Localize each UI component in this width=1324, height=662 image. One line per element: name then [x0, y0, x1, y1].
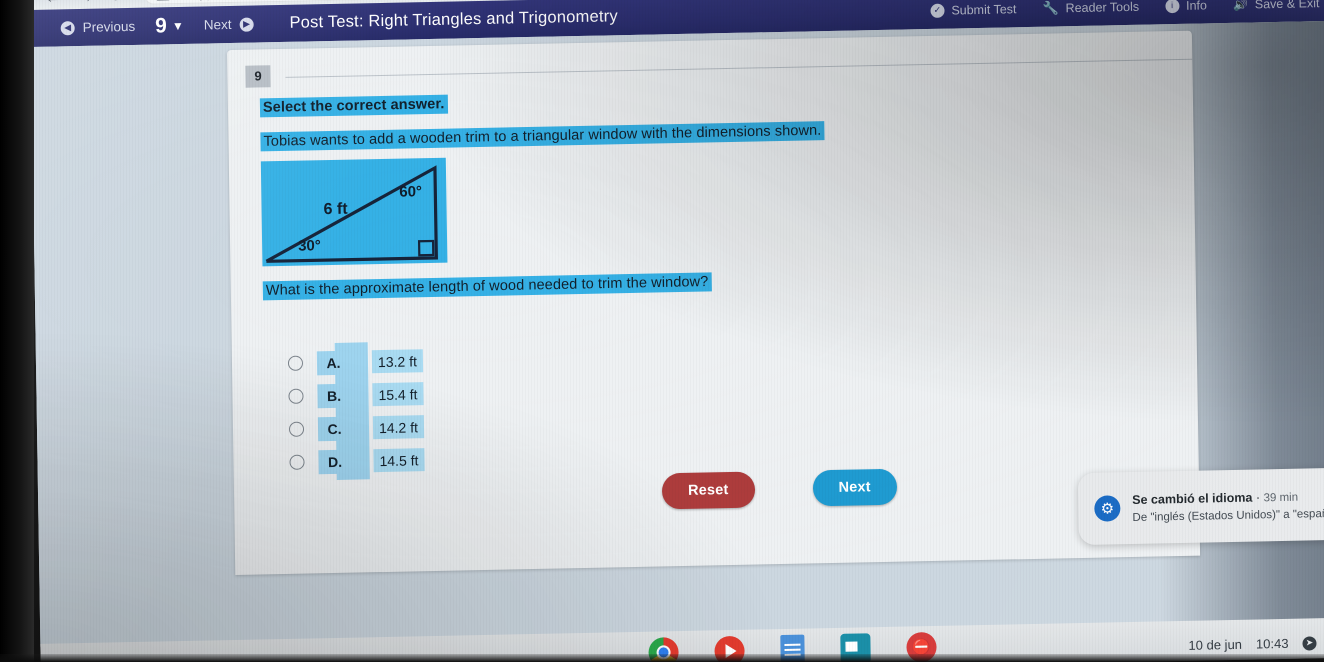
reader-tools-label: Reader Tools	[1065, 0, 1140, 15]
notification-title-row: Se cambió el idioma · 39 min	[1132, 488, 1324, 507]
wrench-icon: 🔧	[1042, 0, 1059, 16]
current-question-number: 9	[155, 13, 168, 37]
previous-question-button[interactable]: ◀ Previous	[47, 19, 150, 36]
question-instruction: Select the correct answer.	[259, 94, 448, 117]
question-stem-line: Tobias wants to add a wooden trim to a t…	[260, 115, 1169, 151]
info-circle-icon: i	[1164, 0, 1180, 13]
option-c-value: 14.2 ft	[372, 415, 425, 440]
system-date: 10 de jun	[1188, 636, 1243, 653]
question-prompt-line: What is the approximate length of wood n…	[262, 264, 1172, 300]
next-button[interactable]: Next	[812, 468, 898, 507]
divider	[285, 58, 1193, 78]
radio-button-c[interactable]	[288, 421, 305, 437]
speaker-icon: 🔊	[1232, 0, 1248, 12]
system-notification[interactable]: ⚙ Se cambió el idioma · 39 min De "inglé…	[1077, 467, 1324, 546]
question-stem: Tobias wants to add a wooden trim to a t…	[260, 120, 825, 151]
question-body: Select the correct answer. Tobias wants …	[259, 81, 1172, 300]
save-and-exit-label: Save & Exit	[1254, 0, 1320, 11]
system-time: 10:43	[1255, 635, 1289, 652]
assessment-tools-group: ✓ Submit Test 🔧 Reader Tools i Info 🔊 Sa…	[919, 0, 1324, 19]
submit-test-label: Submit Test	[951, 1, 1017, 18]
triangle-figure-svg: 6 ft 60° 30°	[265, 165, 438, 263]
next-question-button[interactable]: Next ▶	[190, 16, 268, 33]
navigate-icon[interactable]: ➤	[1302, 635, 1317, 651]
option-a-value: 13.2 ft	[371, 349, 424, 374]
system-tray: 10 de jun 10:43 ➤ i	[1188, 635, 1324, 653]
angle-60-label: 60°	[399, 183, 422, 200]
option-b-value: 15.4 ft	[372, 382, 424, 407]
chevron-down-icon: ▼	[171, 18, 184, 33]
save-and-exit-button[interactable]: 🔊 Save & Exit	[1222, 0, 1324, 12]
radio-button-a[interactable]	[287, 355, 304, 371]
action-buttons: Reset Next	[661, 468, 898, 510]
angle-30-label: 30°	[298, 237, 321, 254]
device-screen: ← → ⟳ f1.app.edmentum.com/assessments-de…	[30, 0, 1324, 662]
right-arrow-icon: ▶	[239, 17, 254, 32]
question-prompt: What is the approximate length of wood n…	[262, 271, 712, 300]
option-c-letter: C.	[317, 416, 352, 441]
device-bezel-left	[0, 0, 34, 662]
notification-title: Se cambió el idioma	[1132, 490, 1253, 507]
settings-gear-icon: ⚙	[1094, 495, 1121, 522]
reset-button[interactable]: Reset	[661, 471, 755, 510]
notification-time: 39 min	[1263, 491, 1299, 504]
check-circle-icon: ✓	[930, 3, 945, 18]
photo-of-screen: ← → ⟳ f1.app.edmentum.com/assessments-de…	[0, 0, 1324, 662]
radio-button-b[interactable]	[288, 388, 304, 404]
question-number-badge: 9	[245, 65, 271, 88]
info-button[interactable]: i Info	[1154, 0, 1218, 13]
triangle-figure: 6 ft 60° 30°	[260, 157, 448, 267]
hypotenuse-label: 6 ft	[323, 201, 348, 218]
previous-label: Previous	[82, 18, 136, 35]
submit-test-button[interactable]: ✓ Submit Test	[919, 1, 1027, 18]
next-label: Next	[203, 16, 232, 33]
option-d-letter: D.	[318, 449, 352, 474]
page-title: Post Test: Right Triangles and Trigonome…	[289, 7, 618, 32]
info-label: Info	[1185, 0, 1207, 13]
question-instruction-line: Select the correct answer.	[259, 81, 1169, 117]
assessment-nav-group: ◀ Previous 9 ▼ Next ▶ Post Test: Right T…	[47, 5, 619, 40]
forward-arrow-icon[interactable]: →	[76, 0, 94, 6]
notification-text: Se cambió el idioma · 39 min De "inglés …	[1132, 488, 1324, 524]
option-d-value: 14.5 ft	[373, 448, 425, 473]
radio-button-d[interactable]	[289, 454, 305, 470]
back-arrow-icon[interactable]: ←	[44, 0, 62, 6]
answer-options: A. 13.2 ft B. 15.4 ft C. 14.2 ft D. 14.5…	[287, 342, 425, 480]
notification-body: De "inglés (Estados Unidos)" a "español …	[1132, 507, 1324, 524]
question-card: 9 Select the correct answer. Tobias want…	[227, 30, 1201, 575]
option-a-letter: A.	[316, 350, 351, 375]
device-bezel-bottom	[0, 654, 1324, 662]
left-arrow-icon: ◀	[60, 20, 75, 35]
reader-tools-button[interactable]: 🔧 Reader Tools	[1031, 0, 1150, 16]
notification-separator: ·	[1255, 489, 1261, 504]
option-b-letter: B.	[317, 383, 351, 408]
question-number-selector[interactable]: 9 ▼	[149, 13, 190, 38]
reload-icon[interactable]: ⟳	[108, 0, 126, 5]
